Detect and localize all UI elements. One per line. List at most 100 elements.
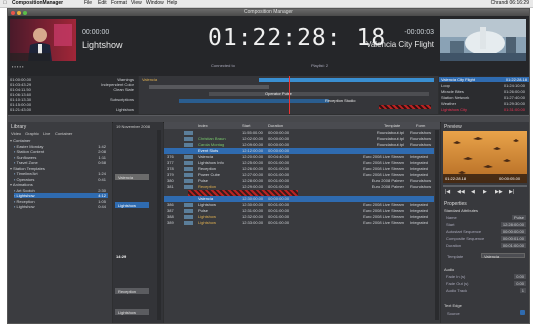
clip-thumbnail-icon xyxy=(184,179,193,183)
section-audio[interactable]: Audio xyxy=(444,267,454,272)
list-item[interactable]: Loop 01:24:10.00 xyxy=(441,83,527,88)
tree-item[interactable]: ▪ Reception 1:05 xyxy=(14,199,108,204)
clip-thumbnail-icon xyxy=(184,149,193,153)
column-header[interactable]: Duration xyxy=(268,123,283,128)
template-select[interactable]: Valencia xyxy=(481,253,525,259)
row-template: Euro 2008 Live Stream xyxy=(363,220,404,225)
tree-item[interactable]: ▪ Timeline/Art 1:24 xyxy=(14,171,108,176)
minimize-icon[interactable] xyxy=(17,11,21,15)
tree-item[interactable]: ▪ Station Content 2:08 xyxy=(14,149,108,154)
date-label: 19 November 2008 xyxy=(116,124,151,129)
tree-item-label: Animations xyxy=(12,182,33,187)
property-row: Fade Out (s) 0.00 xyxy=(446,281,526,286)
property-value-field[interactable]: 12:28:00.00 xyxy=(500,222,526,227)
column-header[interactable]: Start xyxy=(242,123,250,128)
tree-item[interactable]: ▪ Operators 0:41 xyxy=(14,177,108,182)
property-value-field[interactable]: 00:00:01.00 xyxy=(500,236,526,241)
tab-live[interactable]: Live xyxy=(43,131,50,136)
property-value-field[interactable]: 00:00:00.00 xyxy=(500,229,526,234)
property-value-field[interactable]: Pulse xyxy=(511,215,526,220)
column-header[interactable]: Form xyxy=(416,123,425,128)
tree-item[interactable]: ▪ Easter Monday 1:42 xyxy=(14,144,108,149)
section-standard-attributes[interactable]: Standard Attributes xyxy=(444,208,478,213)
property-value-field[interactable]: 00:01:00.00 xyxy=(500,243,526,248)
playlist-table: Index Start Duration Template Form 11:55… xyxy=(164,122,440,323)
menu-file[interactable]: File xyxy=(84,0,92,7)
scrollbar[interactable] xyxy=(435,130,439,320)
tree-item-count: 0:41 xyxy=(98,176,106,182)
timeline-area[interactable]: Valencia Operator Pulse Reception Studio xyxy=(139,76,438,114)
row-index: 389 xyxy=(167,220,174,225)
tree-item-label: Reception xyxy=(16,198,35,204)
row-index: 381 xyxy=(167,184,174,189)
timeline-clip-hatched[interactable] xyxy=(379,105,431,109)
list-item[interactable]: 01:21:43.00 Lightshow xyxy=(10,107,136,112)
menu-window[interactable]: Window xyxy=(146,0,164,7)
tree-item[interactable]: ▪ Lightshow 0:44 xyxy=(14,204,108,209)
tab-video[interactable]: Video xyxy=(11,131,21,136)
property-row: Audio Track 1 xyxy=(446,288,526,293)
template-label: Template xyxy=(447,254,464,259)
left-timecode: 00:00:00 xyxy=(82,29,110,36)
tree-item-label: Lightshow xyxy=(16,204,35,209)
table-row[interactable]: 389 Lightshow 12:33:00.00 00:01:00.00 Euro 2… xyxy=(164,220,434,226)
property-value-field[interactable]: 1 xyxy=(519,288,526,293)
property-value-field[interactable]: 0.00 xyxy=(514,281,526,286)
menu-edit[interactable]: Edit xyxy=(98,0,107,7)
tree-item[interactable]: ▾ Animations xyxy=(10,182,108,187)
menu-view[interactable]: View xyxy=(131,0,142,7)
menu-help[interactable]: Help xyxy=(167,0,177,7)
row-duration: 00:01:00.00 xyxy=(268,220,290,225)
timeline-clip[interactable] xyxy=(259,78,434,82)
tab-graphic[interactable]: Graphic xyxy=(25,131,39,136)
tree-item[interactable]: ▪ Travel Zone 0:58 xyxy=(14,160,108,165)
column-header[interactable]: Index xyxy=(198,123,208,128)
list-item[interactable]: Station Network 01:27:40.00 xyxy=(441,95,527,100)
play-icon[interactable]: ▶ xyxy=(483,189,487,195)
step-back-icon[interactable]: ◀ xyxy=(471,189,475,195)
preview-scrubber[interactable] xyxy=(443,185,527,187)
tree-item[interactable]: ▪ Art Scotch 2:30 xyxy=(14,188,108,193)
tree-item-count: 0:58 xyxy=(98,160,106,165)
zoom-icon[interactable] xyxy=(23,11,27,15)
preview-timecode-right: 00:00:05.00 xyxy=(499,176,521,181)
timeline-clip[interactable] xyxy=(209,92,429,96)
tree-item[interactable]: ▾ Station Templates xyxy=(10,166,108,171)
column-header[interactable]: Template xyxy=(384,123,400,128)
list-item[interactable]: Miracle Bites 01:26:00.00 xyxy=(441,89,527,94)
header-area: ▪ ▪ ▪ ▪ ▪ 00:00:00 Lightshow 01:22:28: 1… xyxy=(8,16,529,76)
timeline-clip[interactable] xyxy=(179,99,329,103)
scrollbar[interactable] xyxy=(157,130,161,320)
list-item[interactable]: Weather 01:29:30.00 xyxy=(441,101,527,106)
tab-container[interactable]: Container xyxy=(55,131,72,136)
skip-forward-icon[interactable]: ▶| xyxy=(509,189,514,195)
row-name: Lightshow xyxy=(198,220,217,225)
fast-forward-icon[interactable]: ▶▶ xyxy=(495,189,503,195)
rewind-icon[interactable]: ◀◀ xyxy=(457,189,465,195)
tree-item[interactable]: ▾ Container xyxy=(10,138,108,143)
close-icon[interactable] xyxy=(11,11,15,15)
text-edge-checkbox[interactable] xyxy=(520,310,525,315)
section-text-edge[interactable]: Text Edge xyxy=(444,303,462,308)
preview-title: Preview xyxy=(444,124,462,130)
apple-icon[interactable]:  xyxy=(3,0,7,7)
list-item[interactable]: Valencia City Flight 01:22:28.18 xyxy=(439,77,529,82)
tree-item[interactable]: ▪ Lightshow 4:12 xyxy=(14,193,108,198)
playhead[interactable] xyxy=(289,76,290,114)
tree-item-label: Sunflowers xyxy=(16,154,37,160)
clip-thumbnail-icon xyxy=(184,143,193,147)
day-column: 19 November 2008 Valencia Lightshow 14:2… xyxy=(113,122,163,323)
menu-format[interactable]: Format xyxy=(111,0,127,7)
left-schedule-list: 01:00:00.00 Warnings 01:03:43.29 Independe… xyxy=(8,76,138,114)
preview-timecode-left: 01:22:28.18 xyxy=(445,176,467,181)
timeline-clip[interactable] xyxy=(149,85,269,89)
window-titlebar: Composition Manager xyxy=(8,9,529,16)
property-row: Duration 00:01:00.00 xyxy=(446,243,526,248)
skip-back-icon[interactable]: |◀ xyxy=(445,189,450,195)
clip-thumbnail-icon xyxy=(184,161,193,165)
clip-thumbnail-icon xyxy=(184,203,193,207)
list-item[interactable]: Lightshow City 01:31:00.00 xyxy=(441,107,527,112)
property-value-field[interactable]: 0.00 xyxy=(514,274,526,279)
tree-item[interactable]: ▪ Sunflowers 1:11 xyxy=(14,155,108,160)
app-name-menu[interactable]: CompositionManager xyxy=(12,0,63,7)
